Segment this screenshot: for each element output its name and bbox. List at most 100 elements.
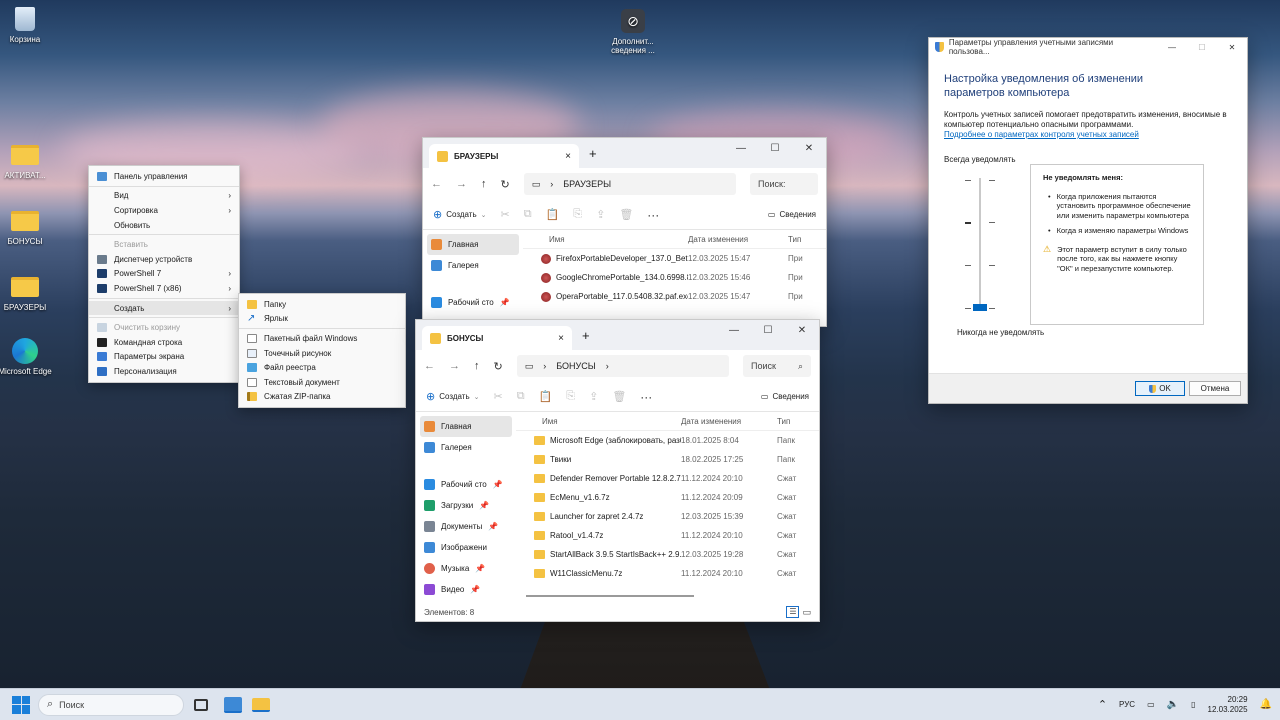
nav-documents[interactable]: Документы 📌 [416,516,516,537]
minimize-button[interactable]: — [1157,43,1187,52]
search-box[interactable]: Поиск ⌕ [743,355,811,377]
up-icon[interactable]: ↑ [474,360,480,372]
new-tab-button[interactable]: + [579,146,607,168]
nav-music[interactable]: Музыка 📌 [416,558,516,579]
details-view-icon[interactable]: ☰ [786,606,800,618]
file-row[interactable]: FirefoxPortableDeveloper_137.0_Beta_2_E.… [523,249,826,268]
copy-icon[interactable]: ⧉ [524,208,532,221]
nav-home[interactable]: Главная [427,234,519,255]
nav-home[interactable]: Главная [420,416,512,437]
clock[interactable]: 20:29 12.03.2025 [1208,695,1248,715]
tiles-view-icon[interactable]: ▭ [802,607,811,618]
more-icon[interactable]: ··· [647,208,659,222]
file-row[interactable]: Defender Remover Portable 12.8.2.7z 11.12… [516,469,819,488]
maximize-button[interactable]: ☐ [1187,43,1217,52]
menu-refresh[interactable]: Обновить [89,218,239,233]
menu-sort[interactable]: Сортировка › [89,203,239,218]
network-icon[interactable]: ▭ [1147,700,1155,709]
nav-gallery[interactable]: Галерея [416,437,516,458]
file-row[interactable]: W11ClassicMenu.7z 11.12.2024 20:10 Сжат [516,564,819,583]
ok-button[interactable]: OK [1135,381,1185,396]
menu-display-settings[interactable]: Параметры экрана [89,350,239,365]
share-icon[interactable]: ⇪ [589,390,598,403]
close-tab-icon[interactable]: × [565,151,571,162]
share-icon[interactable]: ⇪ [596,208,605,221]
cancel-button[interactable]: Отмена [1189,381,1241,396]
close-button[interactable]: ✕ [1217,43,1247,52]
column-name[interactable]: Имя [523,235,688,244]
start-button[interactable] [12,695,30,714]
column-name[interactable]: Имя [516,417,681,426]
details-button[interactable]: ▭ Сведения [761,392,809,401]
forward-icon[interactable]: → [456,178,467,190]
close-tab-icon[interactable]: × [558,333,564,344]
desktop-icon-browsers[interactable]: БРАУЗЕРЫ [0,274,57,312]
column-type[interactable]: Тип [777,417,790,426]
file-row[interactable]: Microsoft Edge (заблокировать, разбло...… [516,431,819,450]
create-zip-folder[interactable]: Сжатая ZIP-папка [239,390,405,405]
desktop-icon-edge[interactable]: Microsoft Edge [0,338,57,376]
file-row[interactable]: Launcher for zapret 2.4.7z 12.03.2025 15:… [516,507,819,526]
search-box[interactable]: Поиск: [750,173,818,195]
column-date[interactable]: Дата изменения [681,417,777,426]
menu-control-panel[interactable]: Панель управления [89,169,239,184]
language-indicator[interactable]: РУС [1119,700,1135,709]
create-text-document[interactable]: Текстовый документ [239,375,405,390]
delete-icon[interactable]: 🗑 [612,390,626,403]
rename-icon[interactable]: ⎘ [573,208,582,221]
cut-icon[interactable]: ✂ [501,208,510,221]
create-folder[interactable]: Папку [239,297,405,312]
back-icon[interactable]: ← [424,360,435,372]
address-bar[interactable]: ▭ › БОНУСЫ › [516,355,729,377]
close-button[interactable]: ✕ [792,138,826,158]
maximize-button[interactable]: ☐ [751,320,785,340]
task-view-button[interactable] [194,698,208,711]
desktop-icon-activation[interactable]: АКТИВАТ... [0,142,57,180]
file-row[interactable]: EcMenu_v1.6.7z 11.12.2024 20:09 Сжат [516,488,819,507]
taskbar-control-panel[interactable] [224,696,242,713]
menu-powershell[interactable]: PowerShell 7 › [89,267,239,282]
minimize-button[interactable]: — [717,320,751,340]
column-type[interactable]: Тип [788,235,801,244]
file-row[interactable]: OperaPortable_117.0.5408.32.paf.exe 12.03… [523,287,826,306]
file-row[interactable]: Твики 18.02.2025 17:25 Папк [516,450,819,469]
taskbar-search[interactable]: ⌕ Поиск [38,693,184,716]
create-registry-file[interactable]: Файл реестра [239,360,405,375]
paste-icon[interactable]: 📋 [546,208,560,221]
up-icon[interactable]: ↑ [481,178,487,190]
create-batch-file[interactable]: Пакетный файл Windows [239,331,405,346]
minimize-button[interactable]: — [724,138,758,158]
file-row[interactable]: Ratool_v1.4.7z 11.12.2024 20:10 Сжат [516,526,819,545]
menu-personalization[interactable]: Персонализация [89,364,239,379]
taskbar-file-explorer[interactable] [252,697,270,712]
create-button[interactable]: ⊕ Создать ⌄ [426,390,480,403]
menu-powershell-x86[interactable]: PowerShell 7 (x86) › [89,281,239,296]
cut-icon[interactable]: ✂ [494,390,503,403]
create-bitmap[interactable]: Точечный рисунок [239,346,405,361]
refresh-icon[interactable]: ↻ [501,178,510,191]
nav-desktop[interactable]: Рабочий сто 📌 [416,474,516,495]
more-icon[interactable]: ··· [640,390,652,404]
tab-browsers[interactable]: БРАУЗЕРЫ × [429,144,579,168]
volume-icon[interactable]: 🔈 [1167,699,1179,710]
create-button[interactable]: ⊕ Создать ⌄ [433,208,487,221]
forward-icon[interactable]: → [449,360,460,372]
nav-pictures[interactable]: Изображени [416,537,516,558]
delete-icon[interactable]: 🗑 [619,208,633,221]
menu-view[interactable]: Вид › [89,189,239,204]
refresh-icon[interactable]: ↻ [494,360,503,373]
create-shortcut[interactable]: ↗ Ярлык [239,312,405,327]
column-date[interactable]: Дата изменения [688,235,788,244]
copy-icon[interactable]: ⧉ [517,390,525,403]
nav-gallery[interactable]: Галерея [423,255,523,276]
menu-cmd[interactable]: Командная строка [89,335,239,350]
uac-slider[interactable] [959,178,999,311]
rename-icon[interactable]: ⎘ [566,390,575,403]
back-icon[interactable]: ← [431,178,442,190]
maximize-button[interactable]: ☐ [758,138,792,158]
file-row[interactable]: GoogleChromePortable_134.0.6998.89_o...1… [523,268,826,287]
battery-icon[interactable]: ▯ [1191,700,1195,709]
new-tab-button[interactable]: + [572,328,600,350]
desktop-icon-recycle-bin[interactable]: Корзина [0,6,57,44]
details-button[interactable]: ▭ Сведения [768,210,816,219]
